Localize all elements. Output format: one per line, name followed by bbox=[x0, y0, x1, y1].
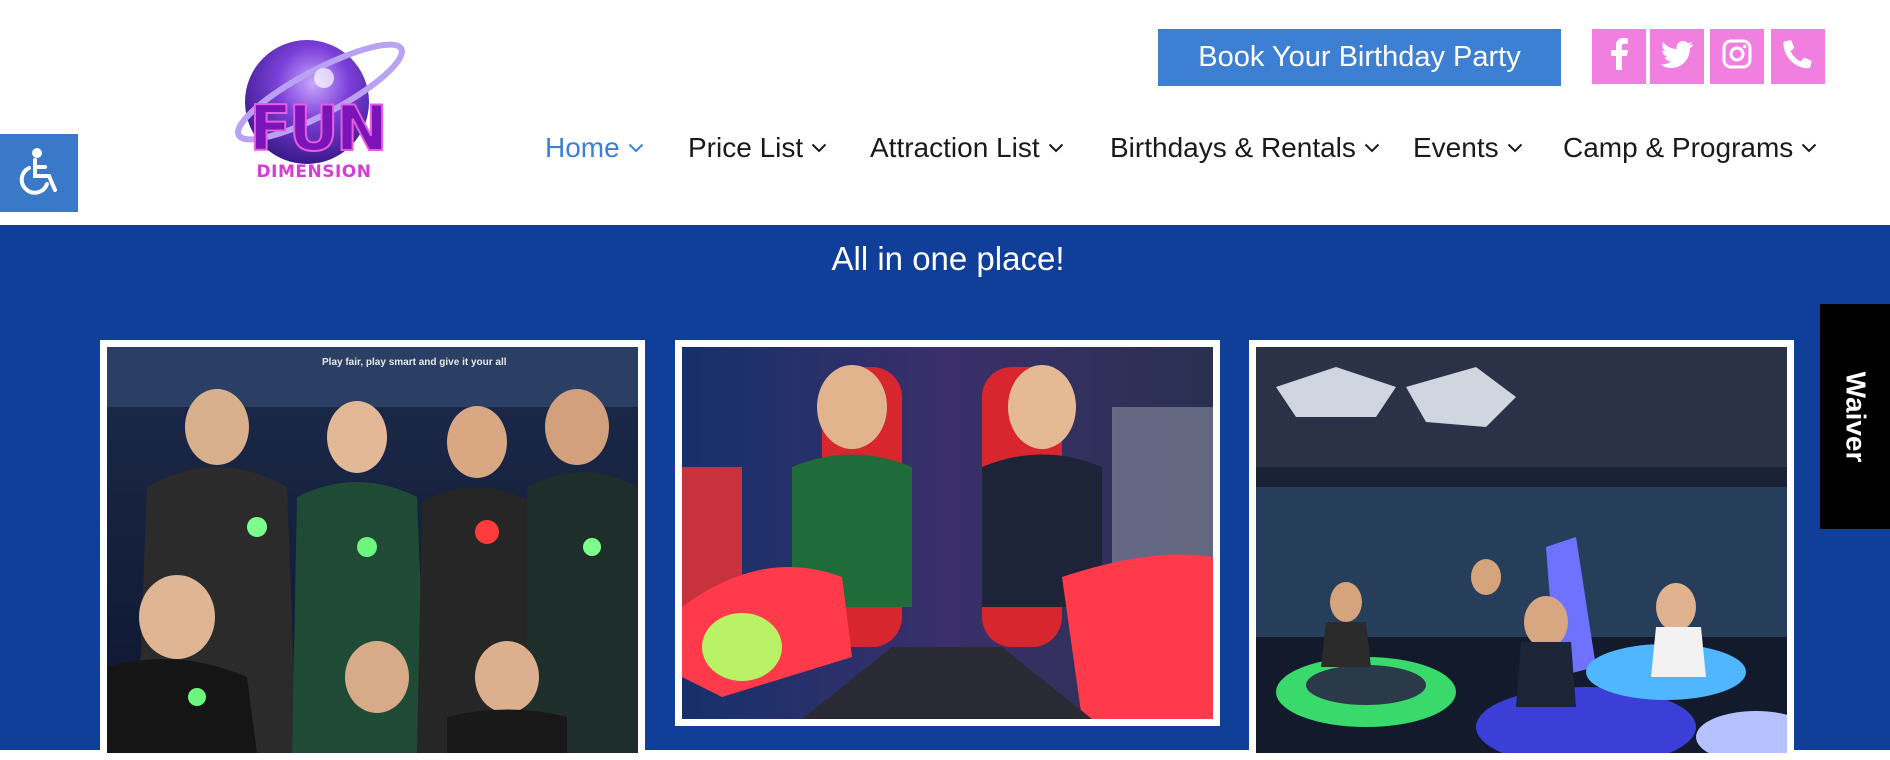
wheelchair-icon bbox=[15, 146, 63, 201]
logo-wordmark: FUN bbox=[248, 92, 389, 165]
nav-item-attraction-list[interactable]: Attraction List bbox=[870, 128, 1064, 168]
book-birthday-party-button[interactable]: Book Your Birthday Party bbox=[1158, 29, 1561, 86]
chevron-down-icon bbox=[1801, 143, 1817, 153]
bumper-cars-photo[interactable] bbox=[1249, 340, 1794, 760]
instagram-icon bbox=[1722, 39, 1752, 74]
site-logo[interactable]: FUN DIMENSION bbox=[212, 18, 422, 186]
facebook-button[interactable] bbox=[1592, 29, 1646, 84]
photo-caption: Play fair, play smart and give it your a… bbox=[322, 357, 507, 368]
nav-item-label: Birthdays & Rentals bbox=[1110, 132, 1356, 163]
twitter-button[interactable] bbox=[1650, 29, 1704, 84]
site-header: FUN DIMENSION Book Your Birthday Party H… bbox=[0, 0, 1890, 225]
logo-subtitle: DIMENSION bbox=[256, 162, 372, 182]
chevron-down-icon bbox=[1048, 143, 1064, 153]
nav-item-price-list[interactable]: Price List bbox=[688, 128, 827, 168]
accessibility-button[interactable] bbox=[0, 134, 78, 212]
waiver-tab[interactable]: Waiver bbox=[1820, 304, 1890, 529]
chevron-down-icon bbox=[811, 143, 827, 153]
instagram-button[interactable] bbox=[1710, 29, 1764, 84]
nav-item-label: Events bbox=[1413, 132, 1499, 163]
nav-item-label: Camp & Programs bbox=[1563, 132, 1794, 163]
phone-icon bbox=[1783, 39, 1813, 74]
facebook-icon bbox=[1609, 38, 1629, 75]
waiver-label: Waiver bbox=[1840, 371, 1871, 462]
arcade-game-photo[interactable] bbox=[675, 340, 1220, 726]
chevron-down-icon bbox=[628, 143, 644, 153]
phone-button[interactable] bbox=[1771, 29, 1825, 84]
nav-item-events[interactable]: Events bbox=[1413, 128, 1523, 168]
nav-item-label: Price List bbox=[688, 132, 804, 163]
nav-item-label: Attraction List bbox=[870, 132, 1040, 163]
nav-item-home[interactable]: Home bbox=[545, 128, 644, 168]
chevron-down-icon bbox=[1507, 143, 1523, 153]
chevron-down-icon bbox=[1364, 143, 1380, 153]
laser-tag-photo[interactable]: Play fair, play smart and give it your a… bbox=[100, 340, 645, 760]
nav-item-label: Home bbox=[545, 132, 620, 163]
nav-item-camp-programs[interactable]: Camp & Programs bbox=[1563, 128, 1817, 168]
nav-item-birthdays-rentals[interactable]: Birthdays & Rentals bbox=[1110, 128, 1380, 168]
hero-tagline: All in one place! bbox=[831, 240, 1065, 277]
twitter-icon bbox=[1661, 40, 1693, 73]
